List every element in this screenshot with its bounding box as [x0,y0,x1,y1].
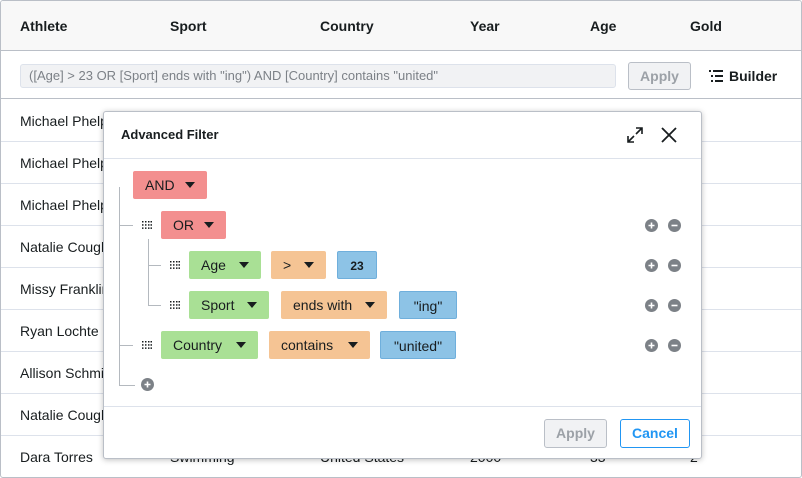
header-age[interactable]: Age [590,1,616,51]
age-column-dropdown[interactable]: Age [189,251,261,279]
caret-down-icon [185,182,195,188]
header-country[interactable]: Country [320,1,374,51]
or-join-label: OR [173,217,194,233]
dialog-title: Advanced Filter [121,127,219,142]
cell-athlete: Ryan Lochte [20,323,99,339]
filter-apply-button[interactable]: Apply [628,62,691,90]
cell-athlete: Allison Schmitt [20,365,112,381]
country-column-label: Country [173,337,223,353]
drag-handle-icon[interactable] [170,261,180,269]
sport-operator-label: ends with [293,297,353,313]
cell-athlete: Michael Phelps [20,155,115,171]
remove-condition-icon[interactable] [668,299,681,312]
tree-line [148,305,161,306]
tree-line [119,187,120,385]
filter-builder-tree: AND OR Age > 23 Sport ends with "ing" Co… [104,159,701,406]
close-icon[interactable] [659,125,679,145]
age-column-label: Age [201,257,226,273]
advanced-filter-bar: ([Age] > 23 OR [Sport] ends with "ing") … [1,51,801,99]
drag-handle-icon[interactable] [142,221,152,229]
cell-athlete: Michael Phelps [20,197,115,213]
tree-line [148,265,161,266]
builder-label: Builder [729,68,778,84]
age-value-input[interactable]: 23 [337,251,377,279]
caret-down-icon [348,342,358,348]
list-tree-icon [709,70,723,82]
tree-line [148,239,149,305]
country-operator-label: contains [281,337,334,353]
country-operator-dropdown[interactable]: contains [269,331,370,359]
remove-condition-icon[interactable] [668,219,681,232]
root-join-dropdown[interactable]: AND [133,171,207,199]
header-athlete[interactable]: Athlete [20,1,67,51]
caret-down-icon [304,262,314,268]
dialog-footer: Apply Cancel [104,406,701,458]
cell-athlete: Michael Phelps [20,113,115,129]
drag-handle-icon[interactable] [170,301,180,309]
caret-down-icon [365,302,375,308]
add-condition-icon[interactable] [141,378,154,391]
or-join-dropdown[interactable]: OR [161,211,226,239]
dialog-apply-button[interactable]: Apply [544,419,607,448]
data-grid: Athlete Sport Country Year Age Gold ([Ag… [0,0,802,478]
age-operator-label: > [283,257,292,273]
caret-down-icon [239,262,249,268]
dialog-title-bar[interactable]: Advanced Filter [104,112,701,159]
advanced-filter-dialog: Advanced Filter AND OR Age > 23 Sport en… [103,111,702,459]
dialog-cancel-button[interactable]: Cancel [620,419,690,448]
tree-line [119,345,133,346]
caret-down-icon [236,342,246,348]
age-operator-dropdown[interactable]: > [271,251,326,279]
sport-operator-dropdown[interactable]: ends with [281,291,387,319]
country-value-input[interactable]: "united" [380,331,456,359]
header-gold[interactable]: Gold [690,1,722,51]
drag-handle-icon[interactable] [142,341,152,349]
tree-line [119,385,135,386]
add-condition-icon[interactable] [645,299,658,312]
maximize-icon[interactable] [625,125,645,145]
add-condition-icon[interactable] [645,339,658,352]
header-year[interactable]: Year [470,1,500,51]
tree-line [119,225,133,226]
sport-value-input[interactable]: "ing" [399,291,457,319]
sport-column-dropdown[interactable]: Sport [189,291,269,319]
filter-expression-input[interactable]: ([Age] > 23 OR [Sport] ends with "ing") … [20,64,616,88]
caret-down-icon [204,222,214,228]
sport-column-label: Sport [201,297,235,313]
add-condition-icon[interactable] [645,219,658,232]
add-condition-icon[interactable] [645,259,658,272]
country-column-dropdown[interactable]: Country [161,331,258,359]
cell-athlete: Missy Franklin [20,281,110,297]
header-sport[interactable]: Sport [170,1,207,51]
grid-header: Athlete Sport Country Year Age Gold [1,1,801,51]
root-join-label: AND [145,177,175,193]
caret-down-icon [247,302,257,308]
cell-athlete: Dara Torres [20,449,93,465]
builder-button[interactable]: Builder [709,64,777,88]
remove-condition-icon[interactable] [668,339,681,352]
remove-condition-icon[interactable] [668,259,681,272]
